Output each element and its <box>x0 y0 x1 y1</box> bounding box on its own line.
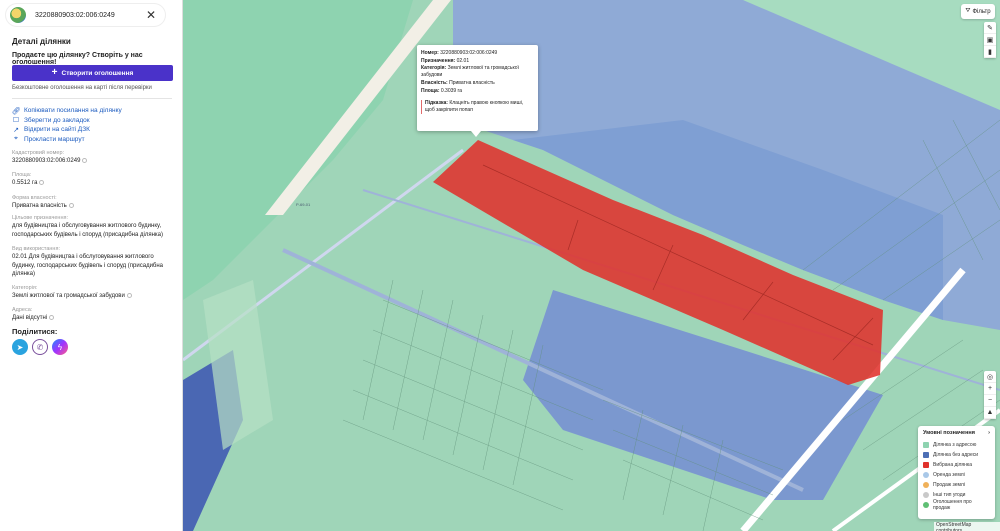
popup-ownership: Приватна власність <box>449 80 495 86</box>
info-icon[interactable] <box>49 314 55 320</box>
usage-field: Вид використання: 02.01 Для будівництва … <box>12 245 172 279</box>
swatch <box>923 462 929 468</box>
legend-item: Оголошення про продаж <box>923 499 990 511</box>
category-value: Землі житлової та громадської забудови <box>12 293 125 299</box>
address-value: Дані відсутні <box>12 315 48 321</box>
free-listing-note: Безкоштовне оголошення на карті після пе… <box>12 85 152 91</box>
divider <box>12 98 172 99</box>
category-field: Категорія: Землі житлової та громадської… <box>12 284 172 301</box>
trash-icon[interactable]: ▮ <box>984 46 996 58</box>
map-canvas[interactable]: Р-69-01 ⛛ Фільтр ✎ ▣ ▮ ◎ + − ▲ Номер: 32… <box>183 0 1000 531</box>
open-dzk-action[interactable]: ↗ Відкрити на сайті ДЗК <box>12 125 122 135</box>
messenger-icon[interactable]: ϟ <box>52 339 68 355</box>
external-link-icon: ↗ <box>13 126 19 134</box>
legend-item: Вибрана ділянка <box>923 460 990 470</box>
route-action[interactable]: ⌖ Прокласти маршрут <box>12 135 122 145</box>
area-value: 0.5512 га <box>12 180 38 186</box>
copy-link-action[interactable]: 🔗︎ Копіювати посилання на ділянку <box>12 106 122 116</box>
road-label: Р-69-01 <box>296 202 311 207</box>
share-title: Поділитися: <box>12 327 58 336</box>
address-field: Адреса: Дані відсутні <box>12 306 172 323</box>
swatch <box>923 442 929 448</box>
action-links: 🔗︎ Копіювати посилання на ділянку ☐ Збер… <box>12 106 122 144</box>
sell-prompt: Продаєте цю ділянку? Створіть у нас огол… <box>12 52 143 66</box>
swatch <box>923 502 929 508</box>
swatch <box>923 472 929 478</box>
chevron-right-icon[interactable]: › <box>988 430 990 436</box>
action-label: Зберегти до закладок <box>24 116 90 124</box>
legend-title: Умовні позначення <box>923 430 975 436</box>
area-field: Площа: 0.5512 га <box>12 171 172 188</box>
filter-icon: ⛛ <box>965 8 971 14</box>
share-buttons: ➤ ✆ ϟ <box>12 339 68 355</box>
popup-number: 3220880903:02:006:0249 <box>440 50 498 56</box>
compass-icon[interactable]: ▲ <box>984 407 996 419</box>
bookmark-action[interactable]: ☐ Зберегти до закладок <box>12 116 122 126</box>
ownership-field: Форма власності: Приватна власність <box>12 194 172 211</box>
logo-icon <box>10 7 26 23</box>
telegram-icon[interactable]: ➤ <box>12 339 28 355</box>
ownership-value: Приватна власність <box>12 203 67 209</box>
popup-hint: Підказка: Клацніть правою кнопкою миші, … <box>421 100 534 114</box>
purpose-field: Цільове призначення: для будівництва і о… <box>12 214 172 239</box>
search-bar[interactable]: 3220880903:02:006:0249 ✕ <box>6 4 165 26</box>
square-icon[interactable]: ▣ <box>984 34 996 46</box>
popup-arrow <box>471 131 481 137</box>
swatch <box>923 492 929 498</box>
map-legend: Умовні позначення › Ділянка з адресою Ді… <box>918 426 995 519</box>
action-label: Прокласти маршрут <box>24 135 85 143</box>
map-credit[interactable]: OpenStreetMap contributors <box>934 522 1000 531</box>
bookmark-icon: ☐ <box>12 117 20 125</box>
swatch <box>923 482 929 488</box>
map-layer[interactable]: Р-69-01 <box>183 0 1000 531</box>
purpose-value: для будівництва і обслуговування житлово… <box>12 223 163 238</box>
search-input[interactable]: 3220880903:02:006:0249 <box>35 12 143 19</box>
info-icon[interactable] <box>82 157 88 163</box>
legend-item: Ділянка без адреси <box>923 450 990 460</box>
action-label: Відкрити на сайті ДЗК <box>24 126 90 134</box>
cadastral-value: 3220880903:02:006:0249 <box>12 158 81 164</box>
action-label: Копіювати посилання на ділянку <box>24 107 122 115</box>
close-icon[interactable]: ✕ <box>143 7 159 23</box>
parcel-popup: Номер: 3220880903:02:006:0249 Призначенн… <box>417 45 538 131</box>
link-icon: 🔗︎ <box>11 107 21 115</box>
usage-value: 02.01 Для будівництва і обслуговування ж… <box>12 254 164 277</box>
info-icon[interactable] <box>39 179 45 185</box>
popup-purpose: 02.01 <box>456 58 470 64</box>
map-pin-icon: ⌖ <box>14 135 18 143</box>
swatch <box>923 452 929 458</box>
pencil-icon[interactable]: ✎ <box>984 22 996 34</box>
create-listing-button[interactable]: + Створити оголошення <box>12 65 173 81</box>
zoom-in-icon[interactable]: + <box>984 383 996 395</box>
zoom-out-icon[interactable]: − <box>984 395 996 407</box>
details-panel: 3220880903:02:006:0249 ✕ Деталі ділянки … <box>0 0 183 531</box>
panel-title: Деталі ділянки <box>12 37 71 46</box>
viber-icon[interactable]: ✆ <box>32 339 48 355</box>
locate-icon[interactable]: ◎ <box>984 371 996 383</box>
zoom-toolbar: ◎ + − ▲ <box>984 371 996 419</box>
cadastral-field: Кадастровий номер: 3220880903:02:006:024… <box>12 149 172 166</box>
legend-item: Оренда землі <box>923 470 990 480</box>
legend-item: Ділянка з адресою <box>923 440 990 450</box>
filter-button[interactable]: ⛛ Фільтр <box>961 4 995 19</box>
info-icon[interactable] <box>126 292 132 298</box>
filter-label: Фільтр <box>972 8 991 15</box>
legend-item: Продаж землі <box>923 480 990 490</box>
popup-area: 0.3039 га <box>440 88 463 94</box>
info-icon[interactable] <box>68 202 74 208</box>
create-listing-label: Створити оголошення <box>61 69 134 77</box>
plus-icon: + <box>51 67 58 78</box>
draw-toolbar: ✎ ▣ ▮ <box>984 22 996 58</box>
